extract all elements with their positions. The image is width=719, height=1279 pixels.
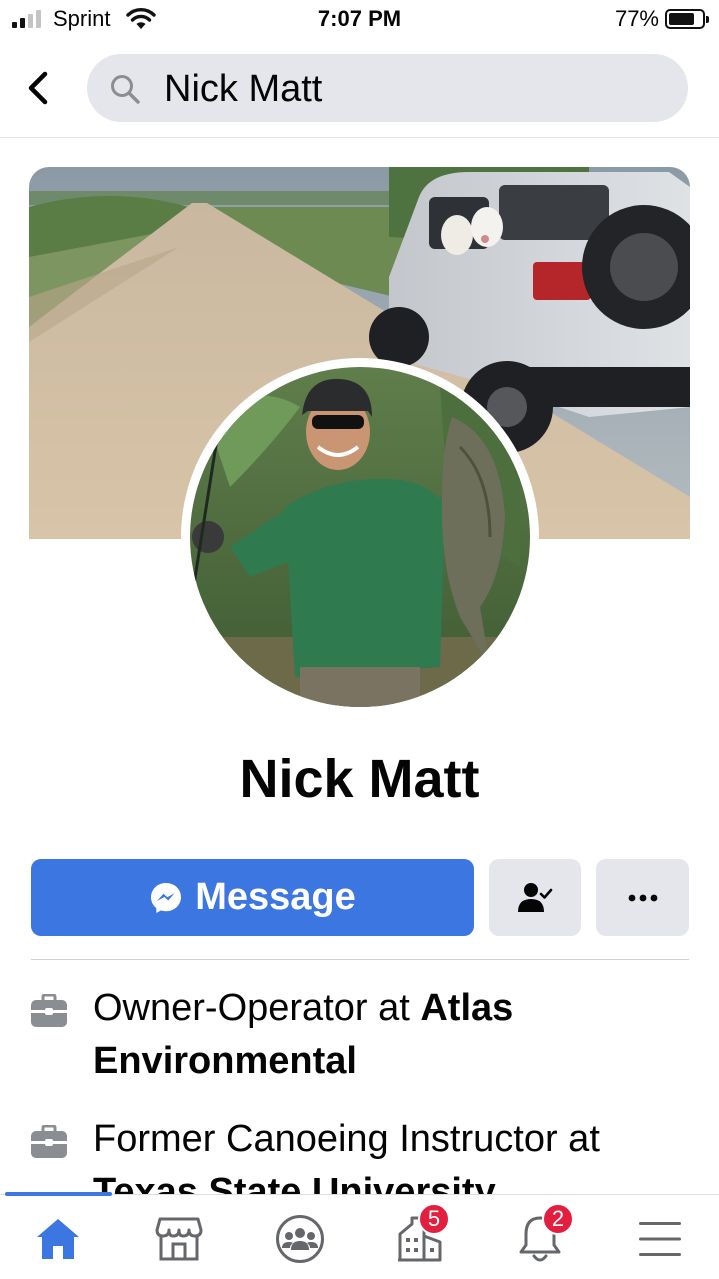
- intro-work-item: Owner-Operator at Atlas Environmental: [30, 982, 690, 1092]
- friend-check-icon: [518, 882, 553, 912]
- search-input[interactable]: Nick Matt: [87, 54, 688, 122]
- profile-name: Nick Matt: [239, 749, 480, 809]
- nav-menu[interactable]: [630, 1209, 690, 1269]
- battery-icon: [665, 9, 709, 29]
- intro-work-role: Owner-Operator at: [93, 987, 421, 1029]
- profile-photo[interactable]: [190, 367, 530, 707]
- status-bar: Sprint 7:07 PM 77%: [0, 0, 719, 40]
- briefcase-icon: [31, 994, 67, 1027]
- battery-percent: 77%: [614, 6, 659, 31]
- friends-button[interactable]: [489, 859, 581, 936]
- marketplace-icon: [155, 1217, 203, 1261]
- header: Nick Matt: [0, 40, 719, 138]
- search-icon: [111, 75, 140, 104]
- status-time: 7:07 PM: [317, 6, 402, 31]
- message-button[interactable]: Message: [31, 859, 474, 936]
- briefcase-icon: [31, 1125, 67, 1158]
- nav-groups[interactable]: [270, 1209, 330, 1269]
- divider: [31, 959, 689, 960]
- chevron-left-icon: [28, 71, 48, 105]
- nav-home[interactable]: [28, 1209, 88, 1269]
- pages-badge: 5: [418, 1203, 450, 1235]
- active-tab-indicator: [5, 1192, 112, 1196]
- intro-work-role: Former Canoeing Instructor at: [93, 1118, 600, 1160]
- more-dots-icon: [628, 894, 657, 901]
- search-query: Nick Matt: [164, 68, 323, 110]
- back-button[interactable]: [18, 66, 58, 110]
- nav-pages[interactable]: 5: [390, 1203, 450, 1269]
- messenger-icon: [151, 882, 182, 913]
- groups-icon: [276, 1215, 324, 1263]
- intro-work-text: Owner-Operator at Atlas Environmental: [93, 982, 693, 1088]
- bottom-nav: 5 2: [0, 1192, 719, 1279]
- more-options-button[interactable]: [596, 859, 689, 936]
- nav-notifications[interactable]: 2: [510, 1203, 574, 1269]
- notifications-badge: 2: [542, 1203, 574, 1235]
- menu-icon: [639, 1222, 681, 1256]
- message-label: Message: [195, 876, 356, 918]
- nav-marketplace[interactable]: [149, 1209, 209, 1269]
- home-icon: [37, 1219, 79, 1259]
